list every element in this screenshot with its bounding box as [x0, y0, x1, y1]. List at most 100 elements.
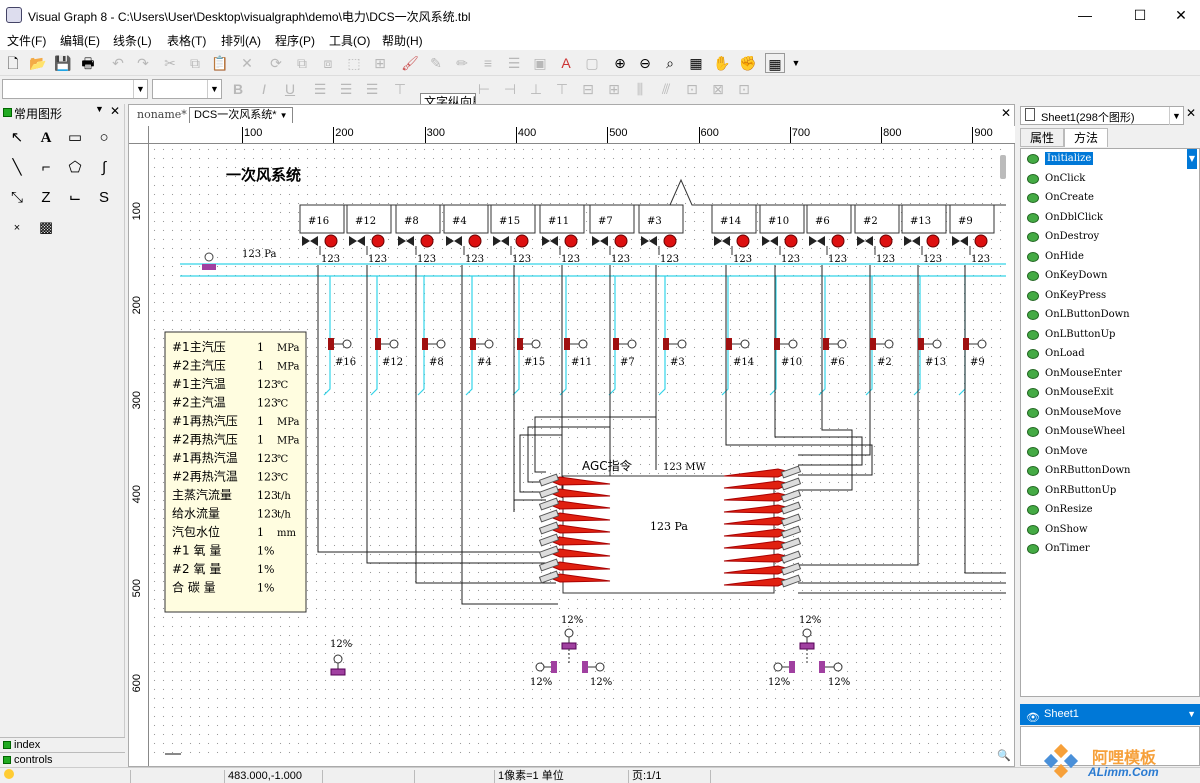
method-item[interactable]: OnRButtonUp	[1025, 481, 1197, 501]
elbow-tool-icon[interactable]: ⌙	[63, 186, 87, 210]
method-item[interactable]: OnMouseEnter	[1025, 364, 1197, 384]
method-item[interactable]: OnLoad	[1025, 344, 1197, 364]
image-tool-icon[interactable]: ▩	[34, 216, 58, 240]
menu-tools[interactable]: 工具(O)	[329, 32, 370, 49]
tab-properties[interactable]: 属性	[1020, 128, 1064, 147]
method-item[interactable]: OnRButtonDown	[1025, 461, 1197, 481]
method-item[interactable]: OnCreate	[1025, 188, 1197, 208]
paste-icon[interactable]: 📋	[210, 53, 230, 73]
curve-tool-icon[interactable]: ∫	[92, 156, 116, 180]
z-connector-tool-icon[interactable]: Z	[34, 186, 58, 210]
font-color-icon[interactable]: A	[556, 53, 576, 73]
font-name-combo[interactable]: ▼	[2, 79, 148, 99]
zoom-icon[interactable]: 🔍	[997, 749, 1011, 762]
bold-icon[interactable]: B	[228, 79, 248, 99]
ellipse-tool-icon[interactable]: ○	[92, 126, 116, 150]
tab-noname[interactable]: noname*	[133, 107, 191, 123]
drawing-canvas[interactable]: 一次风系统 #16 123 #12 123 #8 123 #4 123 #15 123 #11 123…	[150, 145, 1006, 755]
text-tool-icon[interactable]: A	[34, 126, 58, 150]
zoom-fit-icon[interactable]: ⌕	[660, 53, 680, 73]
polygon-tool-icon[interactable]: ⬠	[63, 156, 87, 180]
connector-tool-icon[interactable]: ⤡	[5, 186, 29, 210]
pen-icon[interactable]: ✏	[452, 53, 472, 73]
method-item[interactable]: OnMouseWheel	[1025, 422, 1197, 442]
menu-arrange[interactable]: 排列(A)	[221, 32, 261, 49]
save-icon[interactable]: 💾	[53, 53, 73, 73]
method-item[interactable]: OnHide	[1025, 247, 1197, 267]
method-item[interactable]: OnTimer	[1025, 539, 1197, 559]
sheet-combo[interactable]: Sheet1(298个图形) ▼	[1020, 106, 1184, 125]
open-icon[interactable]: 📂	[28, 53, 48, 73]
method-item[interactable]: OnLButtonDown	[1025, 305, 1197, 325]
method-item[interactable]: OnMouseMove	[1025, 403, 1197, 423]
border-icon[interactable]: ▢	[582, 53, 602, 73]
method-item[interactable]: OnResize	[1025, 500, 1197, 520]
line-color-icon[interactable]: ✎	[426, 53, 446, 73]
new-icon[interactable]: 🗋	[3, 53, 23, 73]
vertical-scrollbar[interactable]	[1000, 155, 1006, 179]
chevron-down-icon[interactable]: ▼	[280, 111, 288, 120]
method-item[interactable]: OnShow	[1025, 520, 1197, 540]
line-tool-icon[interactable]: ╲	[5, 156, 29, 180]
fill-color-icon[interactable]: 🖌	[400, 53, 420, 73]
method-item[interactable]: OnKeyPress	[1025, 286, 1197, 306]
arrange-icon[interactable]: ⊞	[370, 53, 390, 73]
chevron-down-icon[interactable]: ▼	[1186, 149, 1197, 169]
menu-program[interactable]: 程序(P)	[275, 32, 315, 49]
menu-line[interactable]: 线条(L)	[113, 32, 152, 49]
align-right-icon[interactable]: ☰	[362, 79, 382, 99]
zoom-out-icon[interactable]: ⊖	[635, 53, 655, 73]
underline-icon[interactable]: U	[280, 79, 300, 99]
align-obj-icon[interactable]: ⊟	[578, 79, 598, 99]
pointer-tool-icon[interactable]: ↖	[5, 126, 29, 150]
chevron-down-icon[interactable]: ▼	[95, 104, 104, 114]
redo-icon[interactable]: ↷	[133, 53, 153, 73]
delete-icon[interactable]: ✕	[237, 53, 257, 73]
align-left-icon[interactable]: ☰	[310, 79, 330, 99]
rectangle-tool-icon[interactable]: ▭	[63, 126, 87, 150]
method-item[interactable]: OnDblClick	[1025, 208, 1197, 228]
copy-icon[interactable]: ⧉	[185, 53, 205, 73]
method-item[interactable]: OnClick	[1025, 169, 1197, 189]
align-obj-icon[interactable]: ⊢	[474, 79, 494, 99]
panel-controls[interactable]: controls	[0, 752, 125, 767]
grid-icon[interactable]: ▦	[765, 53, 785, 73]
line-style-icon[interactable]: ≡	[478, 53, 498, 73]
same-size-icon[interactable]: ⊠	[708, 79, 728, 99]
align-obj-icon[interactable]: ⊤	[552, 79, 572, 99]
method-item[interactable]: OnLButtonUp	[1025, 325, 1197, 345]
polyline-tool-icon[interactable]: ⌐	[34, 156, 58, 180]
tab-dcs[interactable]: DCS一次风系统* ▼	[189, 107, 293, 123]
panel-index[interactable]: index	[0, 737, 125, 752]
minimize-button[interactable]: —	[1062, 0, 1108, 30]
horizontal-scrollbar[interactable]	[165, 753, 181, 755]
chevron-down-icon[interactable]: ▼	[1187, 704, 1196, 724]
distribute-icon[interactable]: ⫻	[656, 79, 676, 99]
method-item[interactable]: Initialize ▼	[1025, 149, 1197, 169]
line-width-icon[interactable]: ☰	[504, 53, 524, 73]
hand-icon[interactable]: ✋	[712, 53, 732, 73]
tab-methods[interactable]: 方法	[1064, 128, 1108, 147]
bezier-tool-icon[interactable]: S	[92, 186, 116, 210]
print-icon[interactable]: 🖶	[78, 53, 98, 73]
method-item[interactable]: OnDestroy	[1025, 227, 1197, 247]
grid-dropdown-icon[interactable]: ▼	[786, 53, 806, 73]
shadow-icon[interactable]: ▣	[530, 53, 550, 73]
cut-icon[interactable]: ✂	[160, 53, 180, 73]
doc-close-button[interactable]: ✕	[1001, 106, 1011, 120]
distribute-icon[interactable]: ⫼	[630, 79, 650, 99]
panel-close-button[interactable]: ✕	[110, 104, 120, 118]
align-obj-icon[interactable]: ⊣	[500, 79, 520, 99]
menu-edit[interactable]: 编辑(E)	[60, 32, 100, 49]
grab-icon[interactable]: ✊	[738, 53, 758, 73]
menu-file[interactable]: 文件(F)	[7, 32, 46, 49]
view-icon[interactable]: ▦	[686, 53, 706, 73]
align-center-icon[interactable]: ☰	[336, 79, 356, 99]
zoom-in-icon[interactable]: ⊕	[610, 53, 630, 73]
italic-icon[interactable]: I	[254, 79, 274, 99]
align-obj-icon[interactable]: ⊞	[604, 79, 624, 99]
maximize-button[interactable]: ☐	[1117, 0, 1163, 30]
panel-close-button[interactable]: ✕	[1186, 106, 1196, 120]
ungroup-icon[interactable]: ⧈	[318, 53, 338, 73]
same-size-icon[interactable]: ⊡	[734, 79, 754, 99]
